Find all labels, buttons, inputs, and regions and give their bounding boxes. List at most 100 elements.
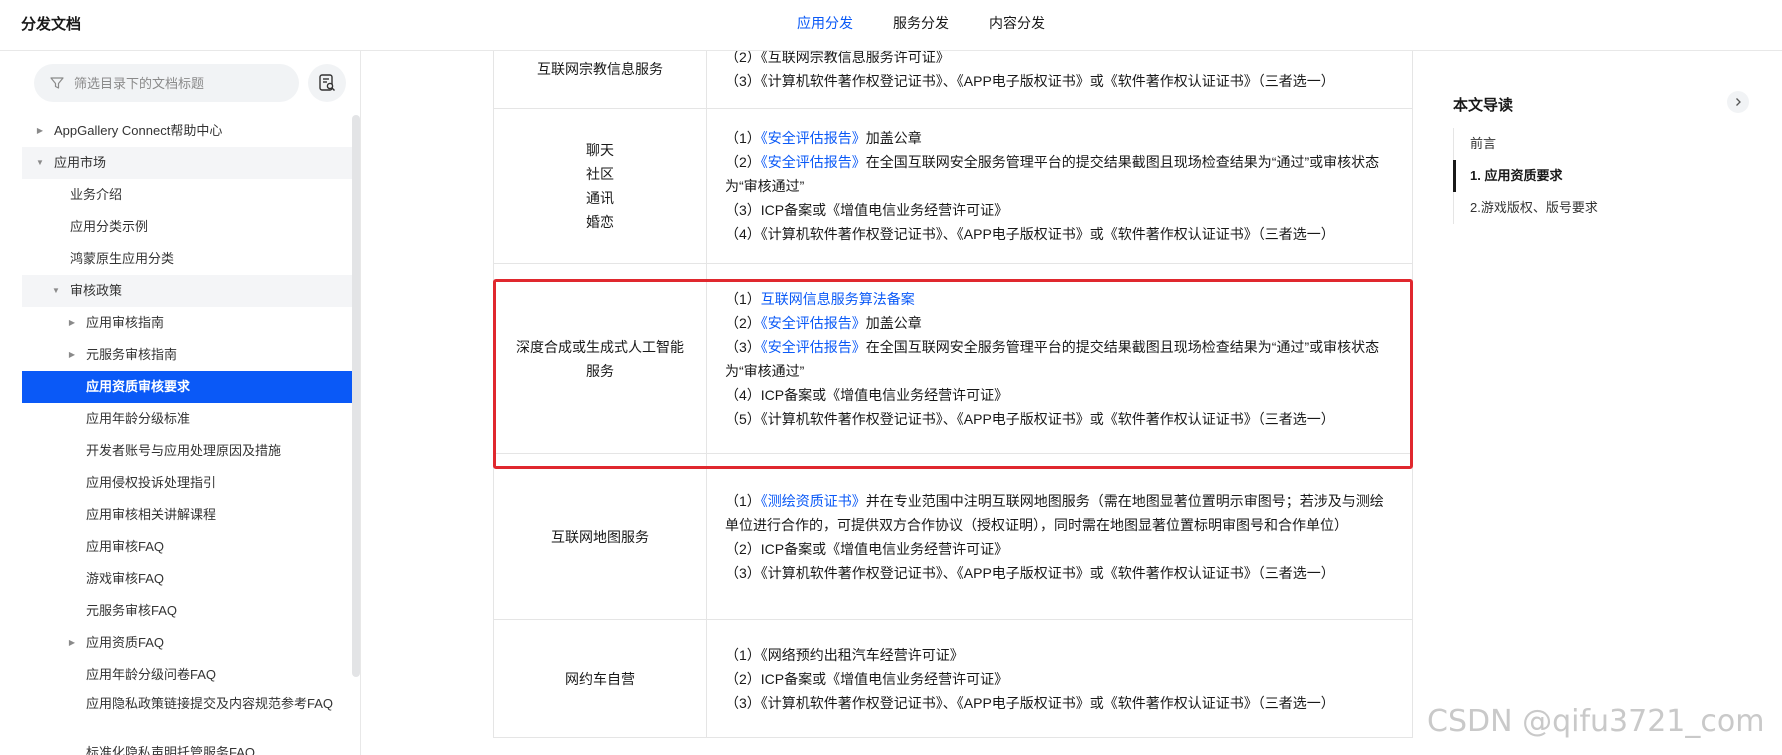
sidebar-item-app-market[interactable]: ▼ 应用市场 — [22, 147, 352, 179]
requirement-line: （2）ICP备案或《增值电信业务经营许可证》 — [725, 670, 1009, 687]
category-cell: 互联网地图服务 — [493, 453, 707, 620]
sidebar-item-label: 元服务审核FAQ — [86, 603, 178, 618]
requirement-line: （2）ICP备案或《增值电信业务经营许可证》 — [725, 540, 1009, 557]
sidebar-item-category-examples[interactable]: 应用分类示例 — [22, 211, 352, 243]
sidebar-item-label: 应用审核相关讲解课程 — [86, 507, 217, 522]
requirement-line: （3）《计算机软件著作权登记证书》、《APP电子版权证书》或《软件著作权认证证书… — [725, 694, 1335, 711]
toc-item-preface[interactable]: 前言 — [1453, 128, 1713, 160]
chevron-right-icon — [1736, 98, 1741, 106]
sidebar-item-game-review-faq[interactable]: 游戏审核FAQ — [22, 563, 352, 595]
tab-service-distribution[interactable]: 服务分发 — [873, 0, 969, 51]
header-nav: 应用分发 服务分发 内容分发 — [777, 0, 1065, 51]
watermark: CSDN @qifu3721_com — [1427, 704, 1765, 739]
requirement-line: （1）《测绘资质证书》并在专业范围中注明互联网地图服务（需在地图显著位置明示审图… — [725, 492, 1384, 533]
sidebar-item-label: 业务介绍 — [70, 187, 123, 202]
requirement-cell: （1）互联网信息服务算法备案 （2）《安全评估报告》加盖公章 （3）《安全评估报… — [706, 263, 1413, 454]
toc-item-game-copyright[interactable]: 2.游戏版权、版号要求 — [1453, 192, 1713, 224]
main-content: 互联网宗教信息服务 （2）《互联网宗教信息服务许可证》 （3）《计算机软件著作权… — [362, 51, 1418, 755]
table-row: 互联网地图服务 （1）《测绘资质证书》并在专业范围中注明互联网地图服务（需在地图… — [493, 453, 1413, 620]
site-title[interactable]: 分发文档 — [21, 13, 81, 34]
caret-down-icon[interactable]: ▼ — [34, 147, 46, 179]
requirement-line: （4）《计算机软件著作权登记证书》、《APP电子版权证书》或《软件著作权认证证书… — [725, 226, 1335, 242]
sidebar-item-qualification-faq[interactable]: ▶ 应用资质FAQ — [22, 627, 352, 659]
sidebar-item-label: 应用隐私政策链接提交及内容规范参考FAQ — [86, 696, 334, 711]
category-cell: 聊天 社区 通讯 婚恋 — [493, 108, 707, 264]
sidebar-item-privacy-hosting-faq[interactable]: 标准化隐私声明托管服务FAQ — [22, 737, 352, 755]
sidebar-item-business-intro[interactable]: 业务介绍 — [22, 179, 352, 211]
caret-right-icon[interactable]: ▶ — [34, 115, 46, 147]
category-cell: 互联网宗教信息服务 — [493, 51, 707, 109]
sidebar-item-app-review-faq[interactable]: 应用审核FAQ — [22, 531, 352, 563]
requirement-line: （5）《计算机软件著作权登记证书》、《APP电子版权证书》或《软件著作权认证证书… — [725, 410, 1335, 427]
requirement-cell: （1）《网络预约出租汽车经营许可证》 （2）ICP备案或《增值电信业务经营许可证… — [706, 619, 1413, 738]
sidebar-item-label: 应用审核指南 — [86, 315, 165, 330]
tab-content-distribution[interactable]: 内容分发 — [969, 0, 1065, 51]
table-row: 互联网宗教信息服务 （2）《互联网宗教信息服务许可证》 （3）《计算机软件著作权… — [493, 51, 1413, 109]
sidebar-item-label: AppGallery Connect帮助中心 — [54, 123, 223, 138]
top-header: 分发文档 应用分发 服务分发 内容分发 — [0, 0, 1782, 51]
caret-right-icon[interactable]: ▶ — [66, 627, 78, 659]
sidebar-item-label: 应用年龄分级问卷FAQ — [86, 667, 217, 682]
table-row: 网约车自营 （1）《网络预约出租汽车经营许可证》 （2）ICP备案或《增值电信业… — [493, 619, 1413, 738]
survey-certificate-link[interactable]: 《测绘资质证书》 — [761, 493, 866, 509]
requirement-cell: （2）《互联网宗教信息服务许可证》 （3）《计算机软件著作权登记证书》、《APP… — [706, 51, 1413, 109]
requirement-line: （2）《互联网宗教信息服务许可证》 — [725, 51, 950, 65]
nav-tree: ▶ AppGallery Connect帮助中心 ▼ 应用市场 业务介绍 应用分… — [22, 115, 352, 755]
sidebar-item-label: 元服务审核指南 — [86, 347, 178, 362]
sidebar-item-label: 应用市场 — [54, 155, 107, 170]
requirement-line: （2）《安全评估报告》加盖公章 — [725, 314, 922, 331]
search-input[interactable] — [74, 75, 294, 91]
caret-down-icon[interactable]: ▼ — [50, 275, 62, 307]
sidebar-item-label: 应用资质审核要求 — [86, 379, 191, 394]
algorithm-filing-link[interactable]: 互联网信息服务算法备案 — [761, 291, 915, 307]
toc-list: 前言 1. 应用资质要求 2.游戏版权、版号要求 — [1453, 128, 1713, 224]
tab-app-distribution[interactable]: 应用分发 — [777, 0, 873, 51]
sidebar-item-qualification-requirements[interactable]: 应用资质审核要求 — [22, 371, 352, 403]
qualification-table: 互联网宗教信息服务 （2）《互联网宗教信息服务许可证》 （3）《计算机软件著作权… — [493, 51, 1413, 738]
search-box[interactable] — [34, 64, 299, 102]
sidebar-item-label: 应用年龄分级标准 — [86, 411, 191, 426]
sidebar-scrollbar[interactable] — [352, 115, 360, 677]
category-cell: 深度合成或生成式人工智能服务 — [493, 263, 707, 454]
sidebar-item-label: 应用资质FAQ — [86, 635, 165, 650]
sidebar-item-infringement-complaint[interactable]: 应用侵权投诉处理指引 — [22, 467, 352, 499]
table-row: 深度合成或生成式人工智能服务 （1）互联网信息服务算法备案 （2）《安全评估报告… — [493, 263, 1413, 454]
safety-report-link[interactable]: 《安全评估报告》 — [761, 130, 866, 146]
sidebar-item-review-policy[interactable]: ▼ 审核政策 — [22, 275, 352, 307]
sidebar-item-label: 应用审核FAQ — [86, 539, 165, 554]
sidebar-item-app-review-guide[interactable]: ▶ 应用审核指南 — [22, 307, 352, 339]
sidebar-item-account-handling[interactable]: 开发者账号与应用处理原因及措施 — [22, 435, 352, 467]
sidebar-item-age-rating[interactable]: 应用年龄分级标准 — [22, 403, 352, 435]
sidebar-item-harmony-category[interactable]: 鸿蒙原生应用分类 — [22, 243, 352, 275]
safety-report-link[interactable]: 《安全评估报告》 — [761, 339, 866, 355]
toc-collapse-button[interactable] — [1727, 91, 1749, 113]
requirement-line: （2）《安全评估报告》在全国互联网安全服务管理平台的提交结果截图且现场检查结果为… — [725, 154, 1380, 194]
sidebar-item-agc-help[interactable]: ▶ AppGallery Connect帮助中心 — [22, 115, 352, 147]
sidebar-item-review-courses[interactable]: 应用审核相关讲解课程 — [22, 499, 352, 531]
requirement-cell: （1）《安全评估报告》加盖公章 （2）《安全评估报告》在全国互联网安全服务管理平… — [706, 108, 1413, 264]
sidebar-item-label: 标准化隐私声明托管服务FAQ — [86, 745, 256, 755]
filter-icon — [50, 77, 64, 89]
sidebar-item-age-questionnaire-faq[interactable]: 应用年龄分级问卷FAQ — [22, 659, 352, 691]
category-cell: 网约车自营 — [493, 619, 707, 738]
sidebar-item-meta-service-faq[interactable]: 元服务审核FAQ — [22, 595, 352, 627]
sidebar-item-label: 游戏审核FAQ — [86, 571, 165, 586]
requirement-line: （1）《安全评估报告》加盖公章 — [725, 130, 922, 146]
toc-item-qualification[interactable]: 1. 应用资质要求 — [1453, 160, 1713, 192]
sidebar-item-label: 鸿蒙原生应用分类 — [70, 251, 175, 266]
sidebar-item-label: 审核政策 — [70, 283, 123, 298]
sidebar-item-label: 应用分类示例 — [70, 219, 149, 234]
requirement-line: （3）ICP备案或《增值电信业务经营许可证》 — [725, 202, 1009, 218]
caret-right-icon[interactable]: ▶ — [66, 339, 78, 371]
safety-report-link[interactable]: 《安全评估报告》 — [761, 315, 866, 331]
requirement-line: （1）《网络预约出租汽车经营许可证》 — [725, 646, 964, 663]
requirement-line: （3）《安全评估报告》在全国互联网安全服务管理平台的提交结果截图且现场检查结果为… — [725, 338, 1380, 379]
requirement-cell: （1）《测绘资质证书》并在专业范围中注明互联网地图服务（需在地图显著位置明示审图… — [706, 453, 1413, 620]
requirement-line: （1）互联网信息服务算法备案 — [725, 290, 915, 307]
caret-right-icon[interactable]: ▶ — [66, 307, 78, 339]
sidebar-item-privacy-policy-faq[interactable]: 应用隐私政策链接提交及内容规范参考FAQ — [22, 691, 352, 737]
safety-report-link[interactable]: 《安全评估报告》 — [761, 154, 866, 170]
sidebar: ▶ AppGallery Connect帮助中心 ▼ 应用市场 业务介绍 应用分… — [0, 51, 361, 755]
sidebar-item-meta-service-guide[interactable]: ▶ 元服务审核指南 — [22, 339, 352, 371]
document-view-button[interactable] — [308, 64, 346, 102]
